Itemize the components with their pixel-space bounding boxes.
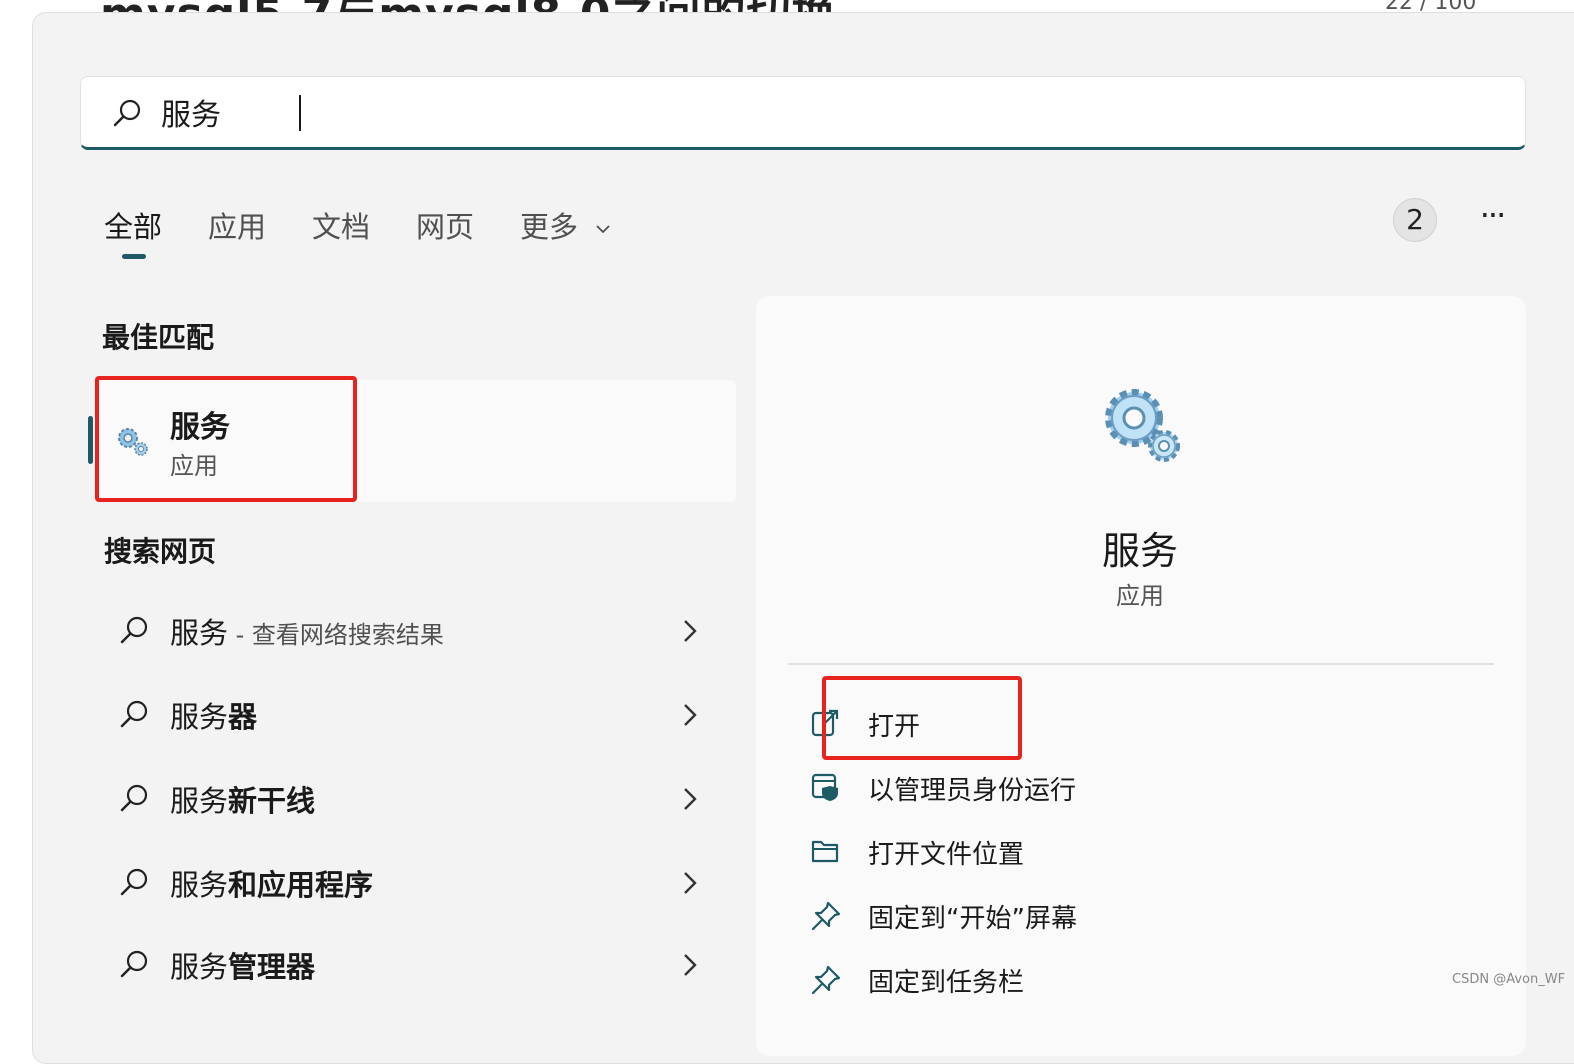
gears-icon xyxy=(1105,389,1180,462)
highlight-box-best-match xyxy=(95,376,357,502)
tab-label: 更多 xyxy=(520,210,579,244)
search-icon xyxy=(120,784,148,812)
web-search-heading: 搜索网页 xyxy=(104,535,217,568)
action-open-file-location[interactable]: 打开文件位置 xyxy=(806,824,1306,878)
best-match-heading: 最佳匹配 xyxy=(102,321,215,354)
folder-icon xyxy=(811,840,839,863)
active-tab-indicator xyxy=(122,254,146,259)
action-pin-to-start[interactable]: 固定到“开始”屏幕 xyxy=(806,888,1306,942)
tab-apps[interactable]: 应用 xyxy=(208,204,266,246)
search-icon xyxy=(120,700,148,728)
chevron-right-icon xyxy=(684,954,697,976)
highlight-box-open xyxy=(822,676,1022,760)
web-result-row[interactable]: 服务新干线 xyxy=(100,764,710,834)
action-run-as-admin[interactable]: 以管理员身份运行 xyxy=(806,760,1306,814)
web-result-row[interactable]: 服务 - 查看网络搜索结果 xyxy=(100,596,710,666)
tab-web[interactable]: 网页 xyxy=(416,204,474,246)
search-icon xyxy=(120,950,148,978)
tab-label: 文档 xyxy=(312,210,371,244)
web-result-text: 服务管理器 xyxy=(170,950,316,984)
detail-app-type: 应用 xyxy=(1116,582,1164,610)
tab-label: 网页 xyxy=(416,210,475,244)
action-label: 打开文件位置 xyxy=(868,840,1025,870)
detail-app-name: 服务 xyxy=(1101,529,1178,573)
search-icon xyxy=(113,99,141,127)
search-input[interactable] xyxy=(161,89,1461,135)
watermark: CSDN @Avon_WF xyxy=(1452,972,1566,987)
more-options-button[interactable]: ··· xyxy=(1470,199,1514,240)
tab-label: 应用 xyxy=(208,210,267,244)
web-result-text: 服务新干线 xyxy=(170,784,316,818)
action-label: 固定到“开始”屏幕 xyxy=(868,904,1077,934)
web-result-text: 服务器 xyxy=(170,700,258,734)
pin-icon xyxy=(811,965,841,994)
web-result-row[interactable]: 服务器 xyxy=(100,680,710,750)
notification-badge[interactable]: 2 xyxy=(1393,198,1437,242)
selection-accent xyxy=(88,416,93,464)
search-box[interactable] xyxy=(80,76,1526,150)
action-label: 以管理员身份运行 xyxy=(868,776,1077,806)
web-result-text: 服务 - 查看网络搜索结果 xyxy=(170,616,444,650)
web-result-row[interactable]: 服务和应用程序 xyxy=(100,848,710,918)
search-icon xyxy=(120,616,148,644)
tab-label: 全部 xyxy=(104,210,163,244)
chevron-right-icon xyxy=(684,872,697,894)
tab-more[interactable]: 更多 xyxy=(520,204,611,246)
admin-shield-icon xyxy=(811,773,838,801)
chevron-right-icon xyxy=(684,704,697,726)
action-pin-to-taskbar[interactable]: 固定到任务栏 xyxy=(806,952,1306,1006)
tab-all[interactable]: 全部 xyxy=(104,204,163,259)
web-result-row[interactable]: 服务管理器 xyxy=(100,930,710,1000)
pin-icon xyxy=(811,901,841,930)
tab-documents[interactable]: 文档 xyxy=(312,204,370,246)
chevron-right-icon xyxy=(684,620,697,642)
action-label: 固定到任务栏 xyxy=(868,968,1025,998)
web-result-text: 服务和应用程序 xyxy=(170,868,374,902)
chevron-right-icon xyxy=(684,788,697,810)
search-icon xyxy=(120,868,148,896)
text-caret xyxy=(299,95,301,131)
chevron-down-icon xyxy=(596,225,610,234)
divider xyxy=(788,663,1494,665)
